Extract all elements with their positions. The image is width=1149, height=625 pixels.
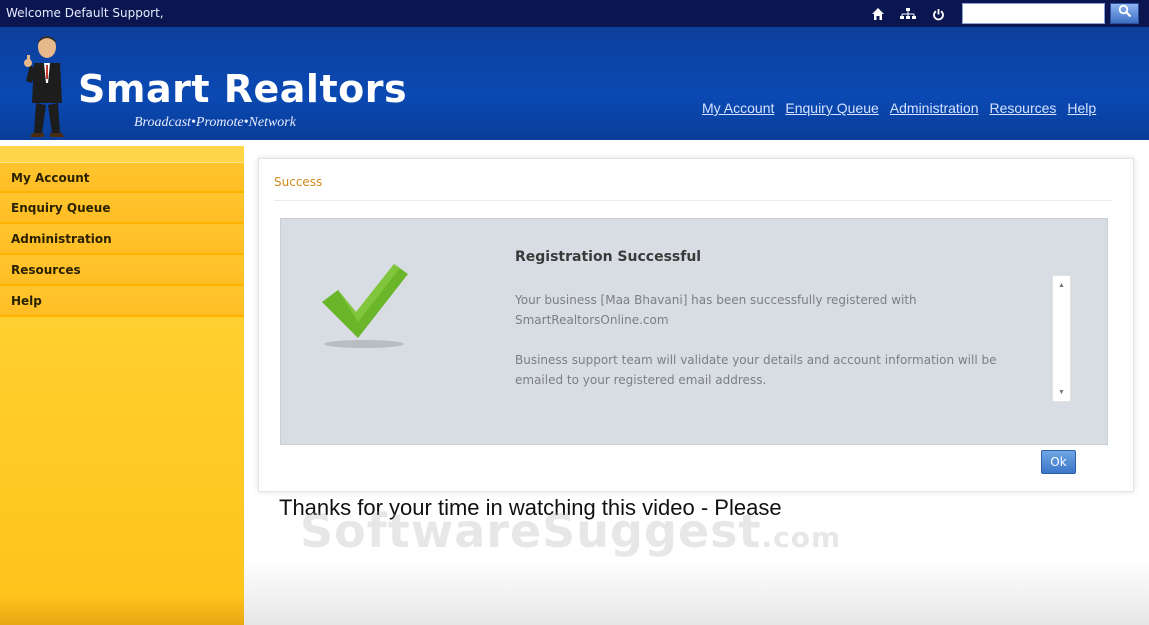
message-scrollbar[interactable]: ▲ ▼ xyxy=(1052,275,1071,402)
panel-divider xyxy=(274,200,1113,201)
brand-name: Smart Realtors xyxy=(78,67,408,111)
sidebar-item-administration[interactable]: Administration xyxy=(0,224,244,255)
search-input[interactable] xyxy=(962,3,1105,24)
sidebar: My Account Enquiry Queue Administration … xyxy=(0,146,244,625)
message-paragraph: Your business [Maa Bhavani] has been suc… xyxy=(515,293,917,327)
welcome-text: Welcome Default Support, xyxy=(6,6,164,20)
message-body: Your business [Maa Bhavani] has been suc… xyxy=(515,290,1035,410)
nav-enquiry-queue[interactable]: Enquiry Queue xyxy=(785,100,878,116)
sidebar-menu: My Account Enquiry Queue Administration … xyxy=(0,162,244,317)
message-paragraph: Business support team will validate your… xyxy=(515,353,997,387)
watermark: SoftwareSuggest.com xyxy=(300,504,841,558)
checkmark-icon xyxy=(322,264,408,348)
nav-help[interactable]: Help xyxy=(1067,100,1096,116)
site-header: Smart Realtors Broadcast•Promote•Network… xyxy=(0,27,1149,143)
realtor-mascot-logo xyxy=(24,36,64,137)
nav-administration[interactable]: Administration xyxy=(890,100,979,116)
top-icons xyxy=(868,4,948,24)
home-icon[interactable] xyxy=(868,5,888,23)
panel-title: Success xyxy=(274,175,323,189)
search-button[interactable] xyxy=(1110,3,1139,24)
video-fade xyxy=(244,560,1149,625)
search-icon xyxy=(1118,4,1132,23)
top-bar: Welcome Default Support, xyxy=(0,0,1149,27)
nav-my-account[interactable]: My Account xyxy=(702,100,774,116)
header-nav: My Account Enquiry Queue Administration … xyxy=(702,100,1096,116)
sidebar-item-resources[interactable]: Resources xyxy=(0,255,244,286)
brand-tagline: Broadcast•Promote•Network xyxy=(134,115,296,130)
watermark-text: SoftwareSuggest xyxy=(300,504,762,558)
sidebar-item-my-account[interactable]: My Account xyxy=(0,162,244,193)
sidebar-item-enquiry-queue[interactable]: Enquiry Queue xyxy=(0,193,244,224)
scroll-up-arrow-icon[interactable]: ▲ xyxy=(1053,278,1070,292)
sitemap-icon[interactable] xyxy=(898,5,918,23)
nav-resources[interactable]: Resources xyxy=(989,100,1056,116)
sidebar-fade xyxy=(0,595,244,625)
power-icon[interactable] xyxy=(928,5,948,23)
scroll-down-arrow-icon[interactable]: ▼ xyxy=(1053,385,1070,399)
watermark-suffix: .com xyxy=(761,521,842,554)
sidebar-item-help[interactable]: Help xyxy=(0,286,244,317)
ok-button[interactable]: Ok xyxy=(1041,450,1076,474)
message-title: Registration Successful xyxy=(515,249,702,265)
